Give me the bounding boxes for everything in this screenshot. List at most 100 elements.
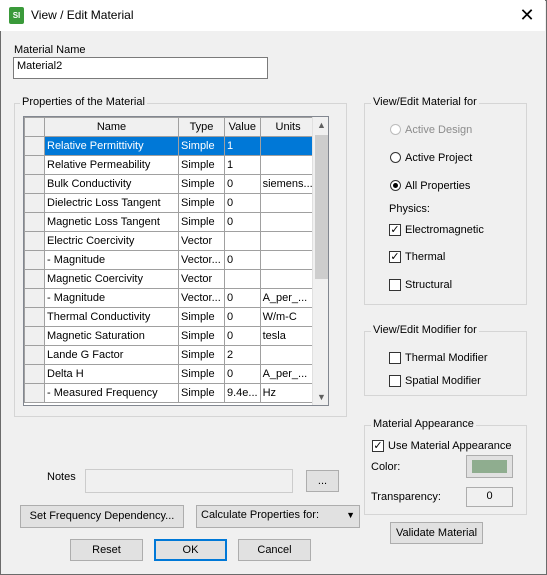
column-header-units[interactable]: Units [259, 117, 317, 137]
cell-units[interactable] [259, 250, 317, 270]
column-header-name[interactable]: Name [44, 117, 179, 137]
row-header[interactable] [24, 364, 45, 384]
table-row[interactable]: Lande G Factor Simple 2 [24, 345, 317, 365]
thermal-modifier-checkbox[interactable] [389, 352, 401, 364]
cell-name[interactable]: Dielectric Loss Tangent [44, 193, 179, 213]
scroll-down-icon[interactable]: ▼ [313, 389, 328, 405]
active-design-radio[interactable] [390, 124, 401, 135]
cell-type[interactable]: Simple [178, 383, 225, 403]
cell-units[interactable] [259, 269, 317, 289]
grid-vertical-scrollbar[interactable]: ▲ ▼ [312, 117, 328, 405]
table-row[interactable]: Thermal Conductivity Simple 0 W/m-C [24, 307, 317, 327]
scroll-up-icon[interactable]: ▲ [313, 117, 328, 133]
cell-units[interactable] [259, 155, 317, 175]
cell-value[interactable]: 1 [224, 155, 261, 175]
cell-value[interactable]: 0 [224, 174, 261, 194]
cell-type[interactable]: Vector... [178, 250, 225, 270]
column-header-value[interactable]: Value [224, 117, 261, 137]
cell-units[interactable]: W/m-C [259, 307, 317, 327]
cell-type[interactable]: Simple [178, 136, 225, 156]
cell-value[interactable]: 0 [224, 212, 261, 232]
table-row[interactable]: Relative Permeability Simple 1 [24, 155, 317, 175]
cell-type[interactable]: Vector [178, 231, 225, 251]
cell-name[interactable]: Magnetic Loss Tangent [44, 212, 179, 232]
cell-value[interactable] [224, 269, 261, 289]
cell-type[interactable]: Simple [178, 174, 225, 194]
table-row[interactable]: Magnetic Loss Tangent Simple 0 [24, 212, 317, 232]
table-row[interactable]: Relative Permittivity Simple 1 [24, 136, 317, 156]
cell-value[interactable]: 0 [224, 250, 261, 270]
cell-name[interactable]: Magnetic Saturation [44, 326, 179, 346]
cell-value[interactable]: 0 [224, 326, 261, 346]
cancel-button[interactable]: Cancel [238, 539, 311, 561]
spatial-modifier-checkbox[interactable] [389, 375, 401, 387]
table-row[interactable]: - Magnitude Vector... 0 [24, 250, 317, 270]
row-header[interactable] [24, 250, 45, 270]
table-row[interactable]: - Measured Frequency Simple 9.4e... Hz [24, 383, 317, 403]
row-header[interactable] [24, 231, 45, 251]
cell-name[interactable]: Delta H [44, 364, 179, 384]
cell-type[interactable]: Simple [178, 193, 225, 213]
cell-units[interactable]: siemens... [259, 174, 317, 194]
cell-units[interactable]: A_per_... [259, 288, 317, 308]
structural-checkbox[interactable] [389, 279, 401, 291]
cell-value[interactable]: 0 [224, 307, 261, 327]
reset-button[interactable]: Reset [70, 539, 143, 561]
transparency-field[interactable]: 0 [466, 487, 513, 507]
cell-name[interactable]: - Measured Frequency [44, 383, 179, 403]
cell-units[interactable] [259, 231, 317, 251]
all-properties-radio[interactable] [390, 180, 401, 191]
cell-type[interactable]: Simple [178, 212, 225, 232]
color-swatch-button[interactable] [466, 455, 513, 478]
cell-units[interactable]: tesla [259, 326, 317, 346]
cell-units[interactable]: A_per_... [259, 364, 317, 384]
row-header[interactable] [24, 345, 45, 365]
row-header[interactable] [24, 307, 45, 327]
cell-units[interactable] [259, 345, 317, 365]
table-row[interactable]: Magnetic Saturation Simple 0 tesla [24, 326, 317, 346]
cell-units[interactable] [259, 136, 317, 156]
cell-type[interactable]: Simple [178, 364, 225, 384]
row-header[interactable] [24, 288, 45, 308]
notes-browse-button[interactable]: ... [306, 470, 339, 492]
cell-name[interactable]: Lande G Factor [44, 345, 179, 365]
cell-type[interactable]: Simple [178, 307, 225, 327]
table-row[interactable]: Dielectric Loss Tangent Simple 0 [24, 193, 317, 213]
cell-type[interactable]: Simple [178, 326, 225, 346]
cell-value[interactable]: 0 [224, 364, 261, 384]
cell-units[interactable]: Hz [259, 383, 317, 403]
ok-button[interactable]: OK [154, 539, 227, 561]
table-row[interactable]: Delta H Simple 0 A_per_... [24, 364, 317, 384]
cell-name[interactable]: Relative Permeability [44, 155, 179, 175]
cell-value[interactable]: 0 [224, 193, 261, 213]
column-header-type[interactable]: Type [178, 117, 225, 137]
thermal-checkbox[interactable]: ✓ [389, 251, 401, 263]
cell-name[interactable]: - Magnitude [44, 250, 179, 270]
cell-value[interactable] [224, 231, 261, 251]
cell-value[interactable]: 0 [224, 288, 261, 308]
material-name-input[interactable]: Material2 [13, 57, 268, 79]
scroll-thumb[interactable] [315, 135, 328, 279]
cell-name[interactable]: Bulk Conductivity [44, 174, 179, 194]
table-row[interactable]: Electric Coercivity Vector [24, 231, 317, 251]
calculate-properties-select[interactable]: Calculate Properties for: ▼ [196, 505, 360, 528]
properties-grid[interactable]: Name Type Value Units Relative Permittiv… [23, 116, 329, 406]
electromagnetic-checkbox[interactable]: ✓ [389, 224, 401, 236]
set-frequency-dependency-button[interactable]: Set Frequency Dependency... [20, 505, 184, 528]
cell-value[interactable]: 9.4e... [224, 383, 261, 403]
active-project-radio[interactable] [390, 152, 401, 163]
row-header[interactable] [24, 136, 45, 156]
cell-name[interactable]: Thermal Conductivity [44, 307, 179, 327]
cell-name[interactable]: Electric Coercivity [44, 231, 179, 251]
table-row[interactable]: Magnetic Coercivity Vector [24, 269, 317, 289]
row-header[interactable] [24, 326, 45, 346]
use-appearance-checkbox[interactable]: ✓ [372, 440, 384, 452]
cell-type[interactable]: Simple [178, 155, 225, 175]
row-header[interactable] [24, 174, 45, 194]
table-row[interactable]: - Magnitude Vector... 0 A_per_... [24, 288, 317, 308]
cell-value[interactable]: 2 [224, 345, 261, 365]
cell-name[interactable]: Magnetic Coercivity [44, 269, 179, 289]
cell-name[interactable]: Relative Permittivity [44, 136, 179, 156]
cell-type[interactable]: Vector... [178, 288, 225, 308]
cell-value[interactable]: 1 [224, 136, 261, 156]
